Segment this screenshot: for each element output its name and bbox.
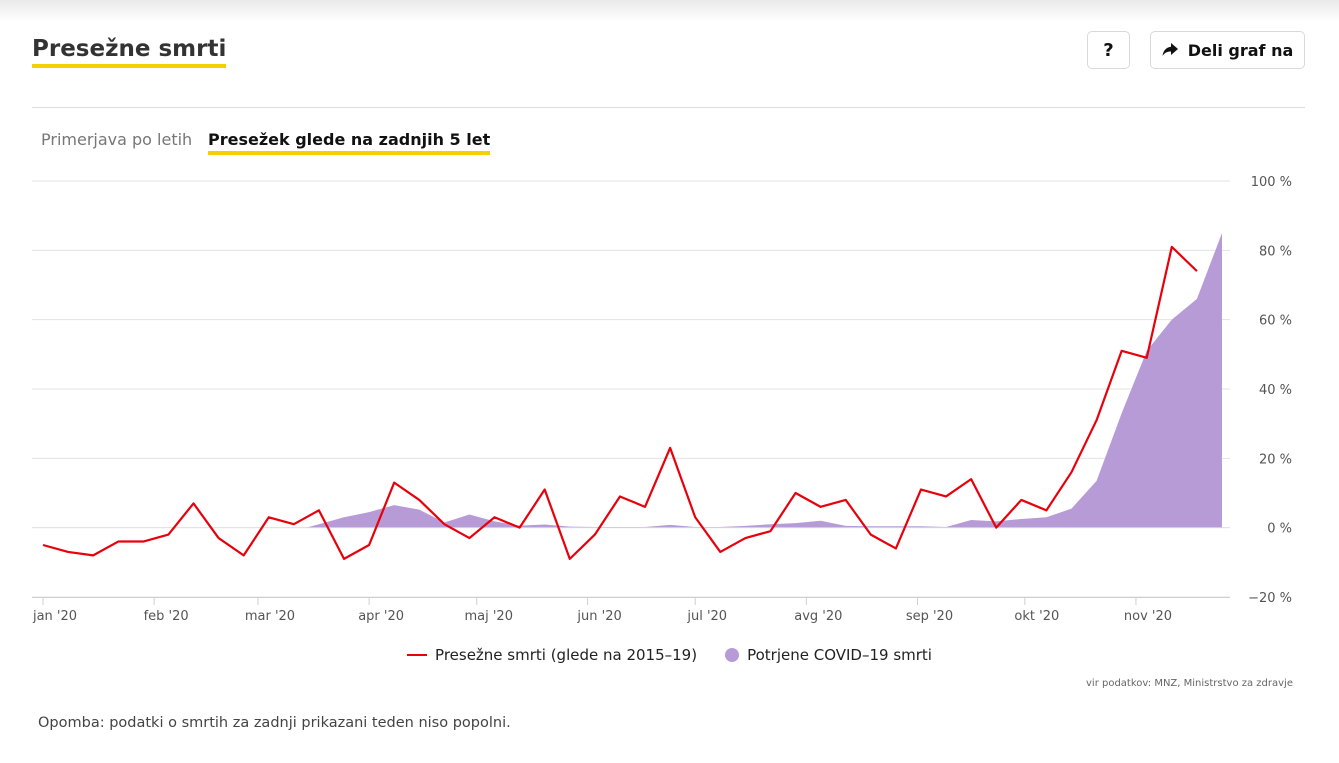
top-shadow (0, 0, 1339, 22)
x-tick-label: okt '20 (1014, 609, 1059, 624)
page-title: Presežne smrti (32, 34, 227, 68)
x-tick-label: maj '20 (464, 609, 513, 624)
legend-area-swatch (725, 648, 740, 662)
legend-line-swatch (407, 654, 428, 656)
header-divider (32, 107, 1305, 108)
legend-line-label: Presežne smrti (glede na 2015–19) (435, 646, 698, 664)
x-tick-label: mar '20 (245, 609, 295, 624)
x-tick-label: jun '20 (576, 609, 621, 624)
legend-area-label: Potrjene COVID–19 smrti (747, 646, 932, 664)
y-tick-label: −20 % (1248, 591, 1292, 606)
y-tick-label: 0 % (1267, 522, 1292, 537)
help-button[interactable]: ? (1087, 31, 1130, 69)
chart-legend: Presežne smrti (glede na 2015–19) Potrje… (0, 646, 1339, 664)
share-button[interactable]: Deli graf na (1150, 31, 1305, 69)
legend-item-area[interactable]: Potrjene COVID–19 smrti (725, 646, 932, 664)
chart-plot: 100 % 80 % 60 % 40 % 20 % 0 % −20 % jan '20 feb … (32, 175, 1292, 624)
data-source: vir podatkov: MNZ, Ministrstvo za zdravj… (1086, 678, 1293, 689)
y-tick-label: 20 % (1259, 452, 1292, 467)
share-icon (1162, 43, 1178, 57)
x-tick-label: jan '20 (32, 609, 77, 624)
x-tick-label: feb '20 (144, 609, 189, 624)
excess-deaths-line (42, 245, 1198, 560)
footnote: Opomba: podatki o smrtih za zadnji prika… (38, 715, 511, 731)
share-button-label: Deli graf na (1187, 40, 1294, 60)
y-tick-label: 60 % (1259, 314, 1292, 329)
y-tick-label: 100 % (1251, 175, 1292, 190)
x-tick-label: apr '20 (358, 609, 404, 624)
x-tick-label: sep '20 (906, 609, 953, 624)
x-tick-label: jul '20 (686, 609, 727, 624)
tab-primerjava-po-letih[interactable]: Primerjava po letih (41, 129, 192, 151)
legend-item-line[interactable]: Presežne smrti (glede na 2015–19) (407, 646, 697, 664)
x-tick-label: nov '20 (1124, 609, 1172, 624)
covid-deaths-area (306, 233, 1222, 528)
y-tick-label: 40 % (1259, 383, 1292, 398)
y-tick-label: 80 % (1259, 244, 1292, 259)
tab-presezek-5-let[interactable]: Presežek glede na zadnjih 5 let (208, 129, 491, 155)
x-tick-label: avg '20 (794, 609, 842, 624)
